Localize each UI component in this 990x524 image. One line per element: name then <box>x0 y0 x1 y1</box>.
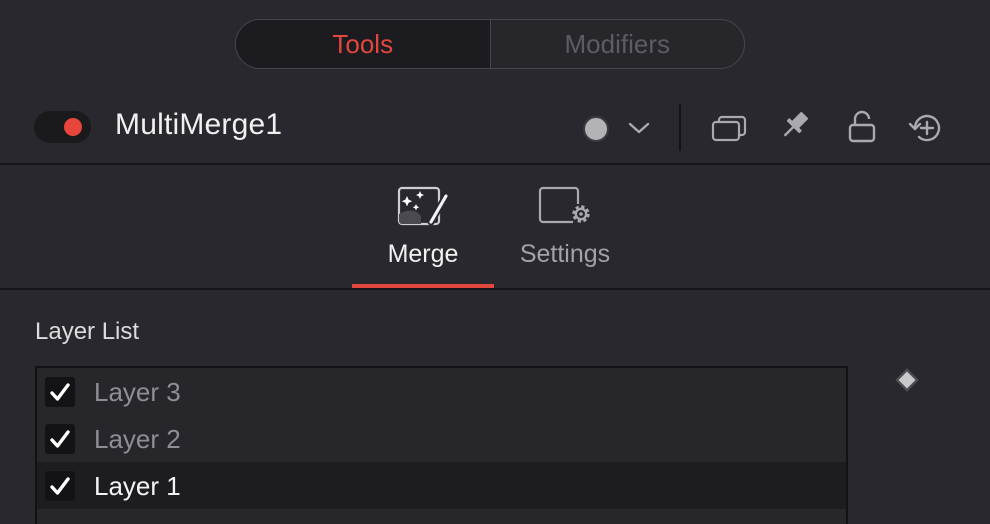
tab-merge[interactable]: Merge <box>352 166 494 288</box>
layer-row-2[interactable]: Layer 2 <box>37 415 846 462</box>
merge-wand-icon <box>393 184 453 233</box>
checkmark-icon <box>50 383 70 401</box>
tab-tools-label: Tools <box>332 28 394 59</box>
layer-1-checkbox[interactable] <box>45 471 75 501</box>
color-swatch-icon[interactable] <box>583 116 609 142</box>
reset-icon[interactable] <box>906 110 946 146</box>
tabs-separator <box>0 288 990 290</box>
header-separator <box>0 163 990 165</box>
checkmark-icon <box>50 430 70 448</box>
settings-gear-icon <box>535 184 595 233</box>
enable-indicator <box>64 118 82 136</box>
layer-row-1[interactable]: Layer 1 <box>37 462 846 509</box>
layer-2-label: Layer 2 <box>94 424 181 454</box>
lock-icon[interactable] <box>845 106 879 148</box>
checkmark-icon <box>50 477 70 495</box>
layer-1-label: Layer 1 <box>94 471 181 501</box>
layer-row-3[interactable]: Layer 3 <box>37 368 846 415</box>
chevron-down-icon[interactable] <box>626 114 652 142</box>
inspector-mode-switch: Tools Modifiers <box>235 19 745 69</box>
inspector-panel: Tools Modifiers MultiMerge1 Merge Settin… <box>0 0 990 524</box>
layer-2-checkbox[interactable] <box>45 424 75 454</box>
tab-merge-label: Merge <box>387 240 459 268</box>
tab-modifiers-label: Modifiers <box>564 28 670 59</box>
layer-3-checkbox[interactable] <box>45 377 75 407</box>
tab-modifiers[interactable]: Modifiers <box>491 20 745 68</box>
tab-settings-label: Settings <box>519 240 611 268</box>
layer-list-label: Layer List <box>35 318 140 345</box>
control-tabs: Merge Settings <box>0 166 990 288</box>
pin-icon[interactable] <box>776 106 814 146</box>
node-header: MultiMerge1 <box>0 92 990 164</box>
node-enable-toggle[interactable] <box>34 111 91 143</box>
keyframe-diamond-icon[interactable] <box>895 368 919 392</box>
tab-settings[interactable]: Settings <box>494 166 636 288</box>
node-name: MultiMerge1 <box>115 108 283 141</box>
layer-3-label: Layer 3 <box>94 377 181 407</box>
tab-tools[interactable]: Tools <box>236 20 491 68</box>
versions-icon[interactable] <box>710 110 748 146</box>
header-divider <box>679 104 681 151</box>
layer-list: Layer 3 Layer 2 Layer 1 <box>35 366 848 524</box>
